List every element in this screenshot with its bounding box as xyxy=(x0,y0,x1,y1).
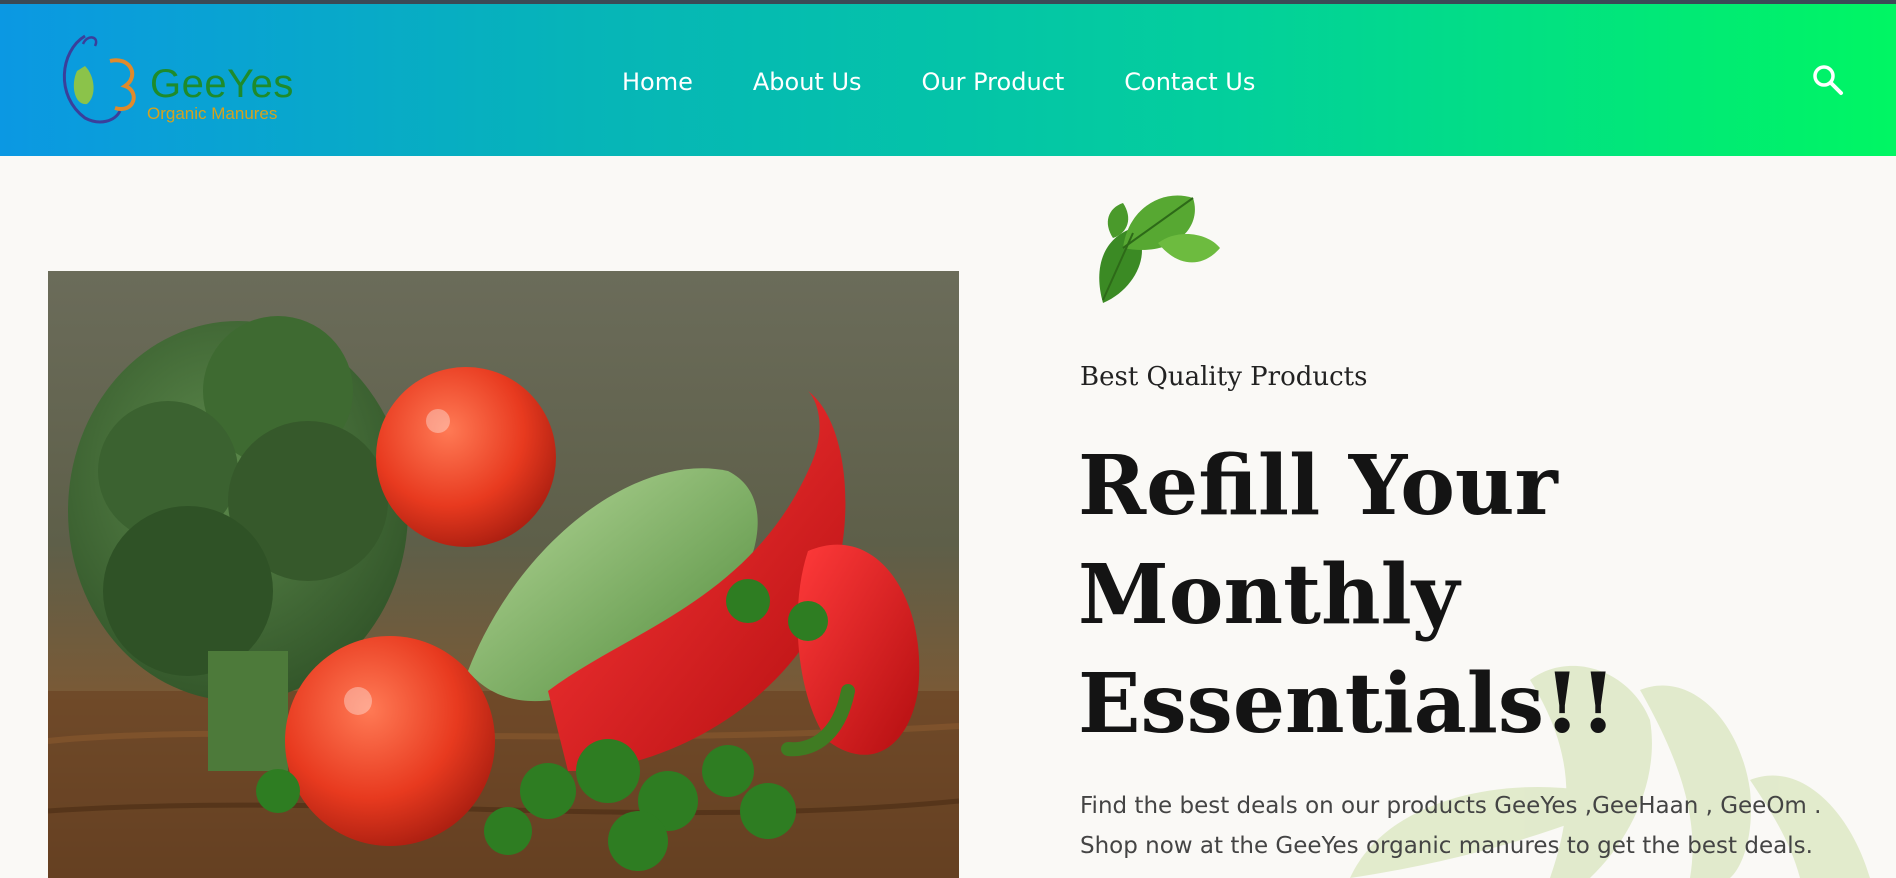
hero-image xyxy=(48,271,959,878)
mint-leaf-icon xyxy=(1099,195,1220,303)
brand-tagline: Organic Manures xyxy=(147,104,278,123)
search-icon xyxy=(1813,65,1843,95)
main-nav: Home About Us Our Product Contact Us xyxy=(622,64,1255,104)
nav-contact-us[interactable]: Contact Us xyxy=(1124,64,1255,104)
nav-our-product[interactable]: Our Product xyxy=(922,64,1065,104)
brand-logo[interactable]: GeeYes Organic Manures xyxy=(55,26,293,130)
nav-home[interactable]: Home xyxy=(622,64,693,104)
site-header: GeeYes Organic Manures Home About Us Our… xyxy=(0,4,1896,156)
hero-description: Find the best deals on our products GeeY… xyxy=(1080,793,1822,859)
hero-title: Refill Your Monthly Essentials!! xyxy=(1078,438,1617,752)
hero-subtitle: Best Quality Products xyxy=(1080,362,1368,392)
search-button[interactable] xyxy=(1810,62,1846,98)
logo-mark-icon xyxy=(62,34,136,124)
nav-about-us[interactable]: About Us xyxy=(753,64,862,104)
brand-name: GeeYes xyxy=(150,62,294,106)
vegetables-photo xyxy=(48,271,959,878)
